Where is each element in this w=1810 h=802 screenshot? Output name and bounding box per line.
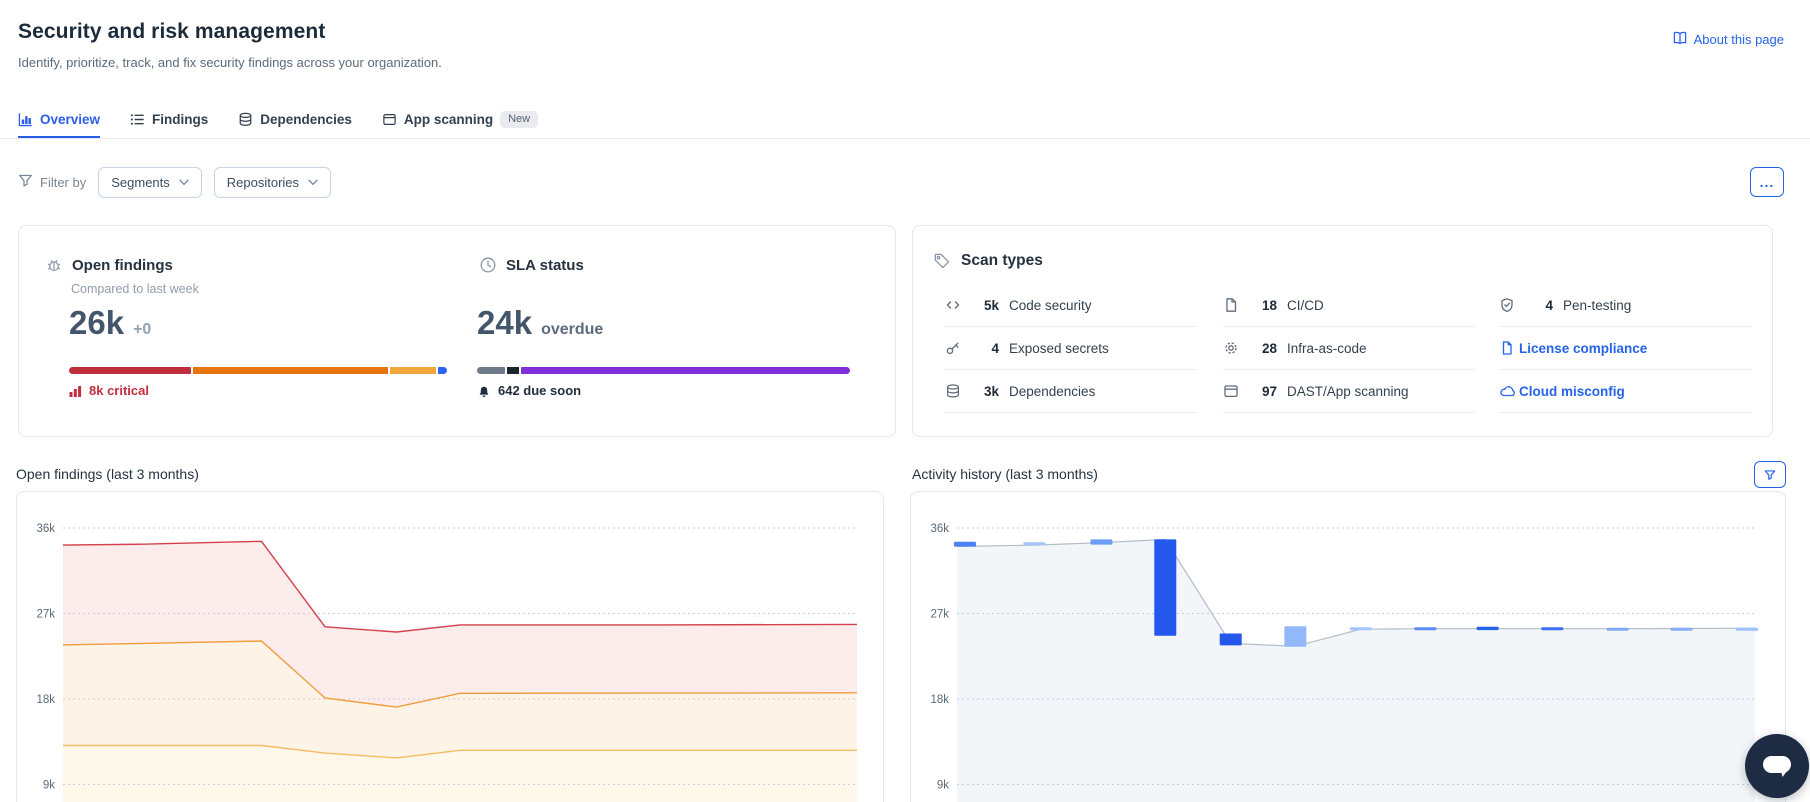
tab-dependencies[interactable]: Dependencies (238, 104, 352, 138)
open-findings-header: Open findings (45, 256, 173, 274)
gear-icon (1223, 340, 1241, 356)
svg-text:18k: 18k (36, 694, 55, 706)
new-badge: New (500, 110, 539, 128)
tag-icon (933, 252, 951, 270)
bar-segment (507, 367, 519, 374)
sla-value: 24k (477, 304, 533, 341)
tab-findings[interactable]: Findings (130, 104, 208, 138)
more-options-button[interactable]: ... (1750, 167, 1784, 197)
bar-segment (193, 367, 388, 374)
chevron-down-icon (308, 179, 318, 186)
open-findings-chart-title: Open findings (last 3 months) (16, 466, 199, 482)
activity-chart-title: Activity history (last 3 months) (912, 466, 1098, 482)
page-header: Security and risk management Identify, p… (18, 20, 442, 70)
svg-text:9k: 9k (937, 780, 949, 792)
open-findings-subtitle: Compared to last week (71, 282, 199, 296)
scan-types-card: Scan types 5k Code security 4 Exposed se… (912, 225, 1773, 437)
cloud-icon (1499, 383, 1517, 399)
sla-bar (477, 367, 851, 374)
critical-footnote: 8k critical (69, 383, 149, 398)
code-icon (945, 297, 963, 313)
scan-type-exposed-secrets[interactable]: 4 Exposed secrets (945, 327, 1197, 370)
sla-value-label: overdue (541, 321, 604, 338)
open-findings-value: 26k (69, 304, 125, 341)
shield-check-icon (1499, 297, 1517, 313)
funnel-icon (1764, 469, 1776, 481)
tab-overview[interactable]: Overview (18, 104, 101, 138)
sla-value-row: 24k overdue (477, 304, 603, 342)
bar-chart-icon (18, 112, 33, 127)
funnel-icon (18, 173, 33, 191)
scan-type-pen-testing[interactable]: 4 Pen-testing (1499, 284, 1751, 327)
chevron-down-icon (179, 179, 189, 186)
scan-type-cicd[interactable]: 18 CI/CD (1223, 284, 1475, 327)
svg-text:36k: 36k (930, 523, 949, 535)
bar-segment (69, 367, 192, 374)
chat-bubble-icon (1762, 753, 1792, 779)
scan-type-code-security[interactable]: 5k Code security (945, 284, 1197, 327)
page-subtitle: Identify, prioritize, track, and fix sec… (18, 55, 442, 70)
open-findings-value-row: 26k +0 (69, 304, 151, 342)
open-findings-delta: +0 (133, 321, 152, 338)
segments-dropdown[interactable]: Segments (98, 166, 202, 198)
scan-types-title: Scan types (961, 252, 1043, 269)
file-icon (1223, 297, 1241, 313)
filter-bar: Filter by Segments Repositories ... (18, 166, 1784, 198)
layers-icon (945, 383, 963, 399)
scan-type-dependencies[interactable]: 3k Dependencies (945, 370, 1197, 413)
bar-segment (521, 367, 851, 374)
page-title: Security and risk management (18, 20, 326, 43)
layers-icon (238, 112, 253, 127)
scan-types-column-1: 5k Code security 4 Exposed secrets 3k De… (945, 284, 1197, 413)
about-this-page-link[interactable]: About this page (1672, 30, 1784, 49)
scan-type-infra-as-code[interactable]: 28 Infra-as-code (1223, 327, 1475, 370)
key-icon (945, 340, 963, 356)
bar-segment (477, 367, 506, 374)
open-findings-chart: 36k 27k 18k 9k (16, 491, 884, 802)
scan-type-dast[interactable]: 97 DAST/App scanning (1223, 370, 1475, 413)
mini-bars-icon (69, 385, 82, 397)
sla-header: SLA status (479, 256, 584, 274)
bell-icon (477, 384, 491, 398)
activity-history-chart-svg: 36k 27k 18k 9k (930, 523, 1759, 802)
scan-types-column-2: 18 CI/CD 28 Infra-as-code 97 DAST/App sc… (1223, 284, 1475, 413)
open-findings-chart-svg: 36k 27k 18k 9k (36, 523, 858, 802)
sla-title: SLA status (506, 256, 584, 274)
license-compliance-link[interactable]: License compliance (1499, 327, 1751, 370)
filter-by-label: Filter by (18, 173, 86, 191)
book-icon (1672, 30, 1688, 49)
bug-icon (45, 256, 63, 274)
cloud-misconfig-link[interactable]: Cloud misconfig (1499, 370, 1751, 413)
svg-text:27k: 27k (36, 609, 55, 621)
clock-icon (479, 256, 497, 274)
svg-text:18k: 18k (930, 694, 949, 706)
list-icon (130, 112, 145, 127)
open-findings-title: Open findings (72, 256, 173, 274)
scan-types-header: Scan types (933, 252, 1043, 270)
tab-app-scanning[interactable]: App scanning New (382, 104, 539, 138)
scan-types-column-3: 4 Pen-testing License compliance Cloud m… (1499, 284, 1751, 413)
bar-segment (437, 367, 447, 374)
summary-card: Open findings Compared to last week 26k … (18, 225, 896, 437)
window-icon (1223, 383, 1241, 399)
svg-text:9k: 9k (43, 780, 55, 792)
svg-text:27k: 27k (930, 609, 949, 621)
chat-launcher-button[interactable] (1745, 734, 1809, 798)
due-soon-footnote: 642 due soon (477, 383, 581, 398)
severity-bar (69, 367, 447, 374)
activity-filter-button[interactable] (1754, 461, 1786, 488)
bar-segment (389, 367, 436, 374)
browser-icon (382, 112, 397, 127)
doc-icon (1499, 340, 1517, 356)
activity-history-chart: 36k 27k 18k 9k (910, 491, 1786, 802)
svg-text:36k: 36k (36, 523, 55, 535)
tab-bar: Overview Findings Dependencies App scann… (0, 104, 1810, 139)
repositories-dropdown[interactable]: Repositories (213, 166, 332, 198)
